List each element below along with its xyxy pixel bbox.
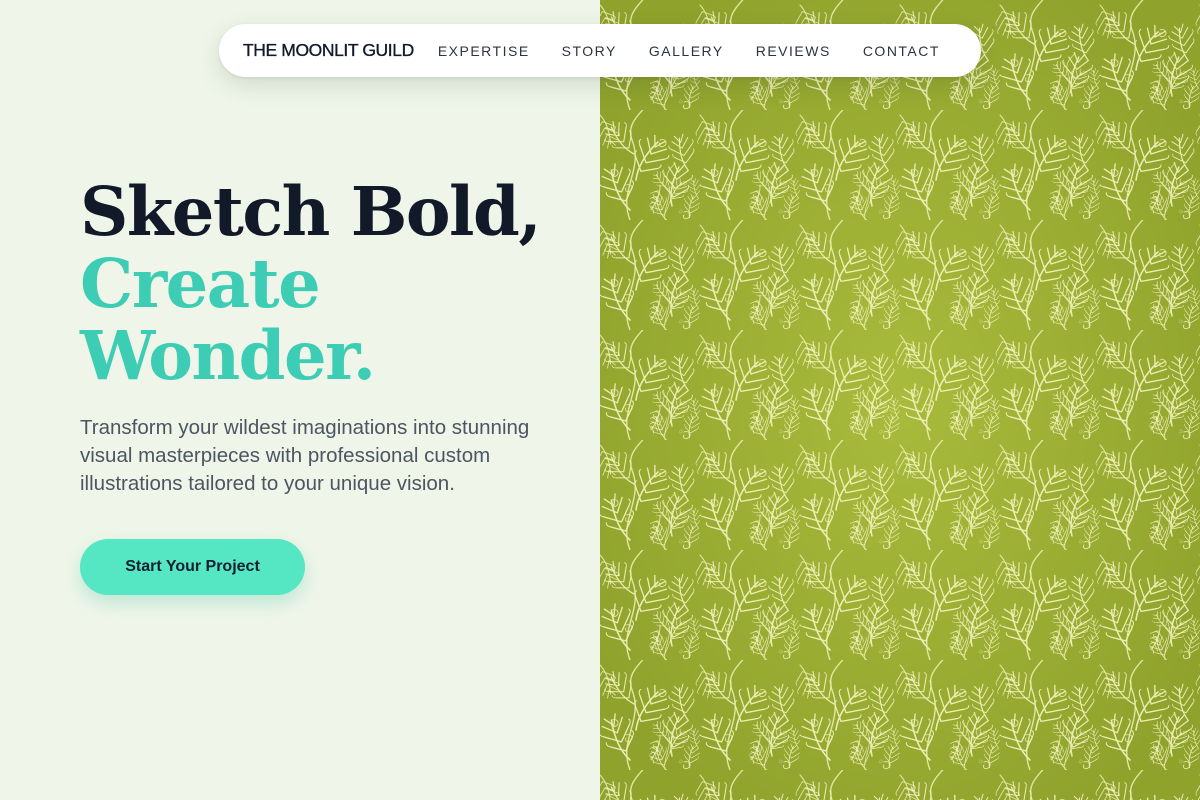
hero-subtitle: Transform your wildest imaginations into… <box>80 416 530 495</box>
nav-link-contact[interactable]: CONTACT <box>863 43 940 59</box>
hero-title-line-1: Sketch Bold, <box>80 172 542 251</box>
nav-link-gallery[interactable]: GALLERY <box>649 43 724 59</box>
nav-link-story[interactable]: STORY <box>562 43 617 59</box>
hero-title-line-2: Create <box>80 244 321 323</box>
nav-links: EXPERTISE STORY GALLERY REVIEWS CONTACT <box>438 43 940 59</box>
start-project-button[interactable]: Start Your Project <box>80 539 305 595</box>
hero-title: Sketch Bold, Create Wonder. <box>80 176 560 392</box>
hero-pattern-image <box>600 0 1200 800</box>
nav-link-expertise[interactable]: EXPERTISE <box>438 43 530 59</box>
brand-logo-text[interactable]: THE MOONLIT GUILD <box>243 40 415 61</box>
nav-link-reviews[interactable]: REVIEWS <box>756 43 831 59</box>
hero-title-line-3: Wonder. <box>80 316 376 395</box>
top-navigation: THE MOONLIT GUILD EXPERTISE STORY GALLER… <box>219 24 981 77</box>
hero-section: Sketch Bold, Create Wonder. Transform yo… <box>80 176 560 595</box>
